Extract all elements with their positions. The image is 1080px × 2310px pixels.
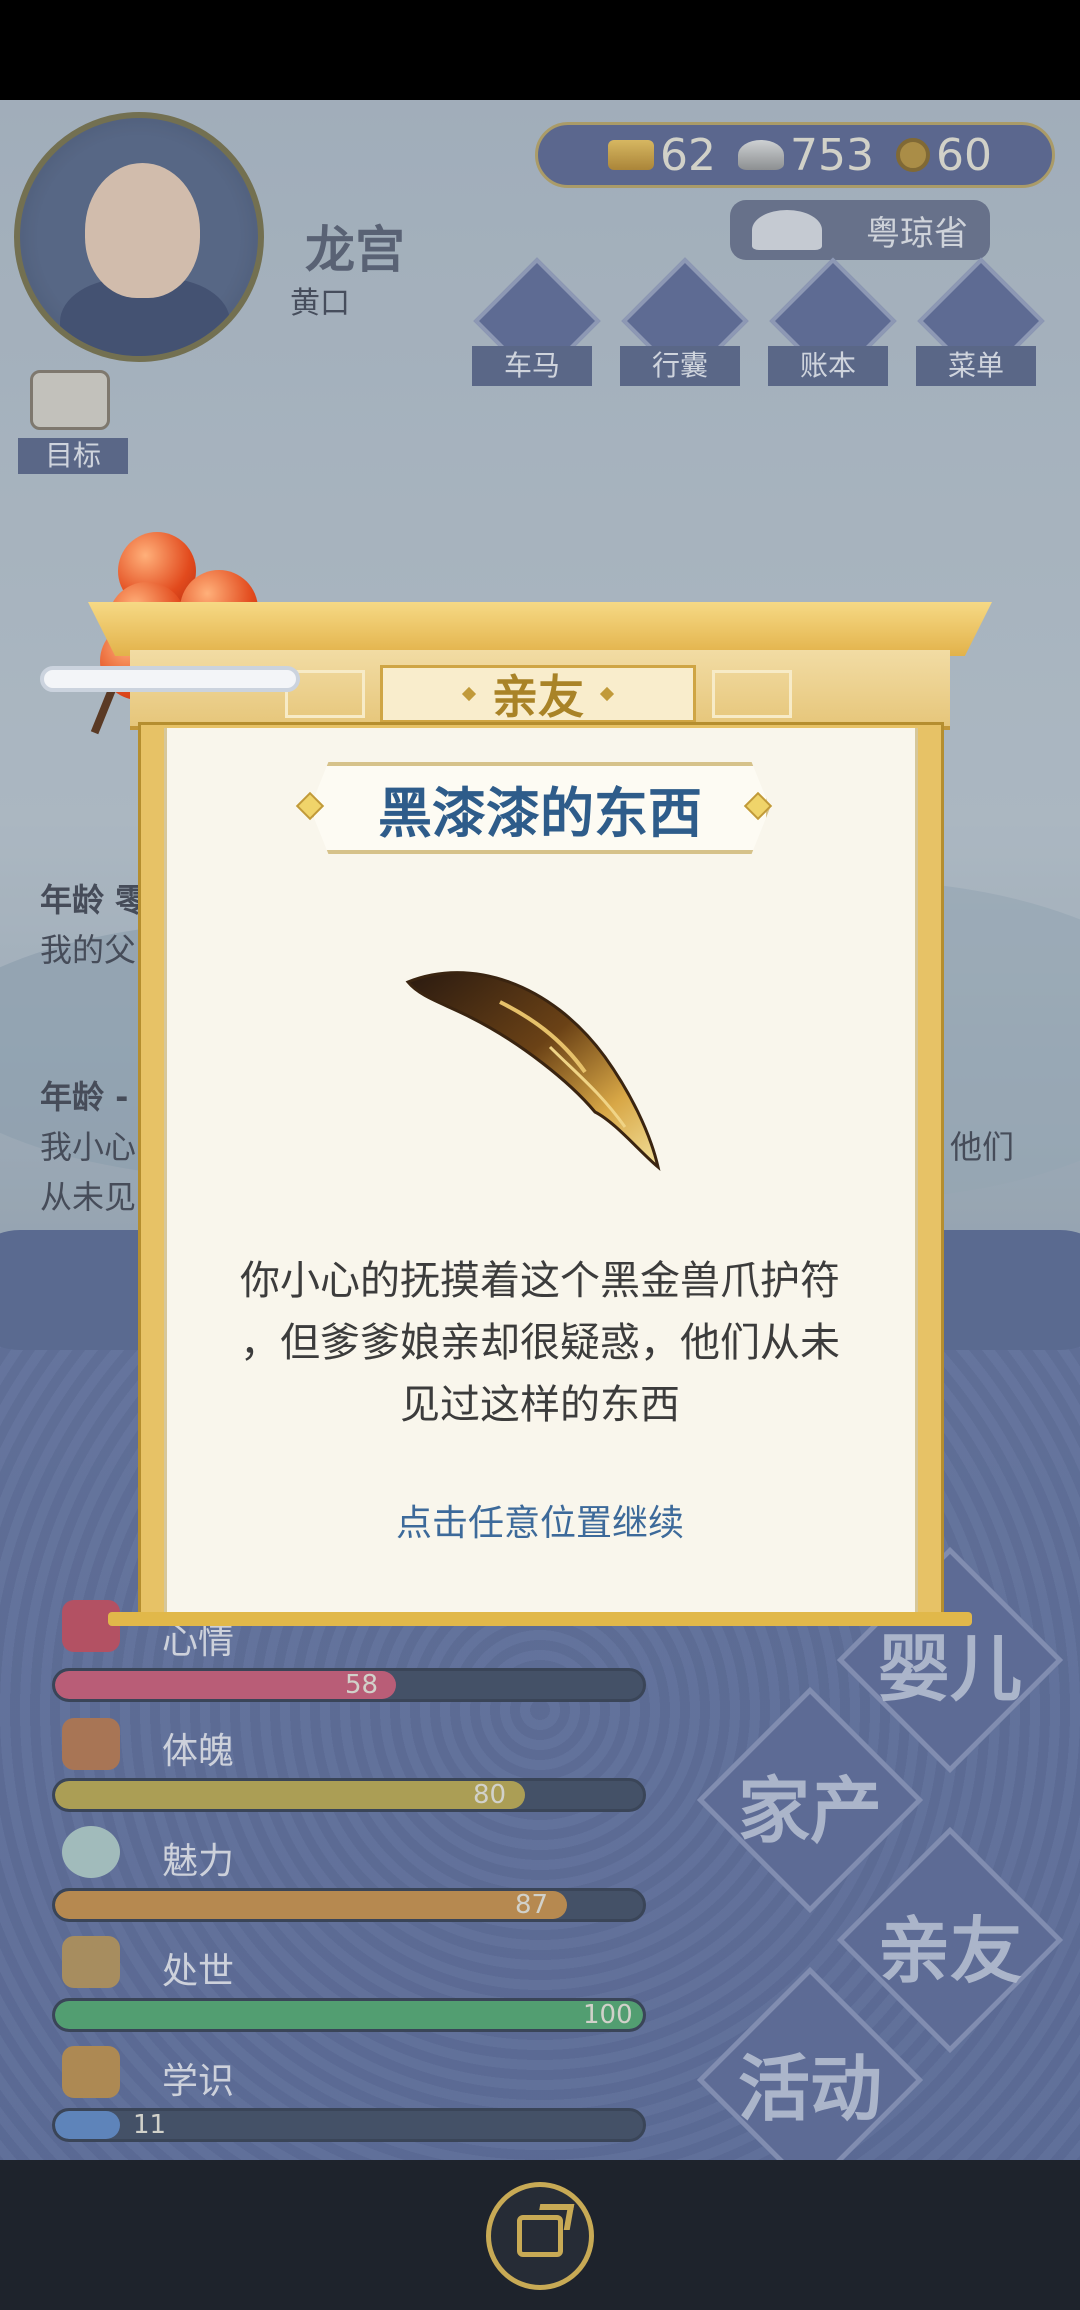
ornament-dot <box>461 686 477 702</box>
modal-category-tab: 亲友 <box>380 665 696 724</box>
continue-hint[interactable]: 点击任意位置继续 <box>190 1494 890 1546</box>
event-description: 你小心的抚摸着这个黑金兽爪护符 ，但爹爹娘亲却很疑惑，他们从未 见过这样的东西 <box>190 1250 890 1436</box>
event-title: 黑漆漆的东西 <box>378 781 702 845</box>
ornament-dot <box>599 686 615 702</box>
event-description-line: ，但爹爹娘亲却很疑惑，他们从未 <box>240 1320 840 1366</box>
event-title-plate: 黑漆漆的东西 <box>310 762 770 854</box>
header-ornament <box>712 670 792 718</box>
cloud-streak-decoration <box>40 666 300 692</box>
modal-roof <box>88 602 992 656</box>
black-gold-claw-amulet-icon <box>405 971 661 1171</box>
share-button[interactable] <box>486 2182 594 2290</box>
modal-category-label: 亲友 <box>492 670 584 724</box>
event-description-line: 见过这样的东西 <box>400 1382 680 1428</box>
modal-base-rail <box>108 1612 972 1626</box>
event-description-line: 你小心的抚摸着这个黑金兽爪护符 <box>240 1258 840 1304</box>
share-icon <box>517 2204 575 2257</box>
